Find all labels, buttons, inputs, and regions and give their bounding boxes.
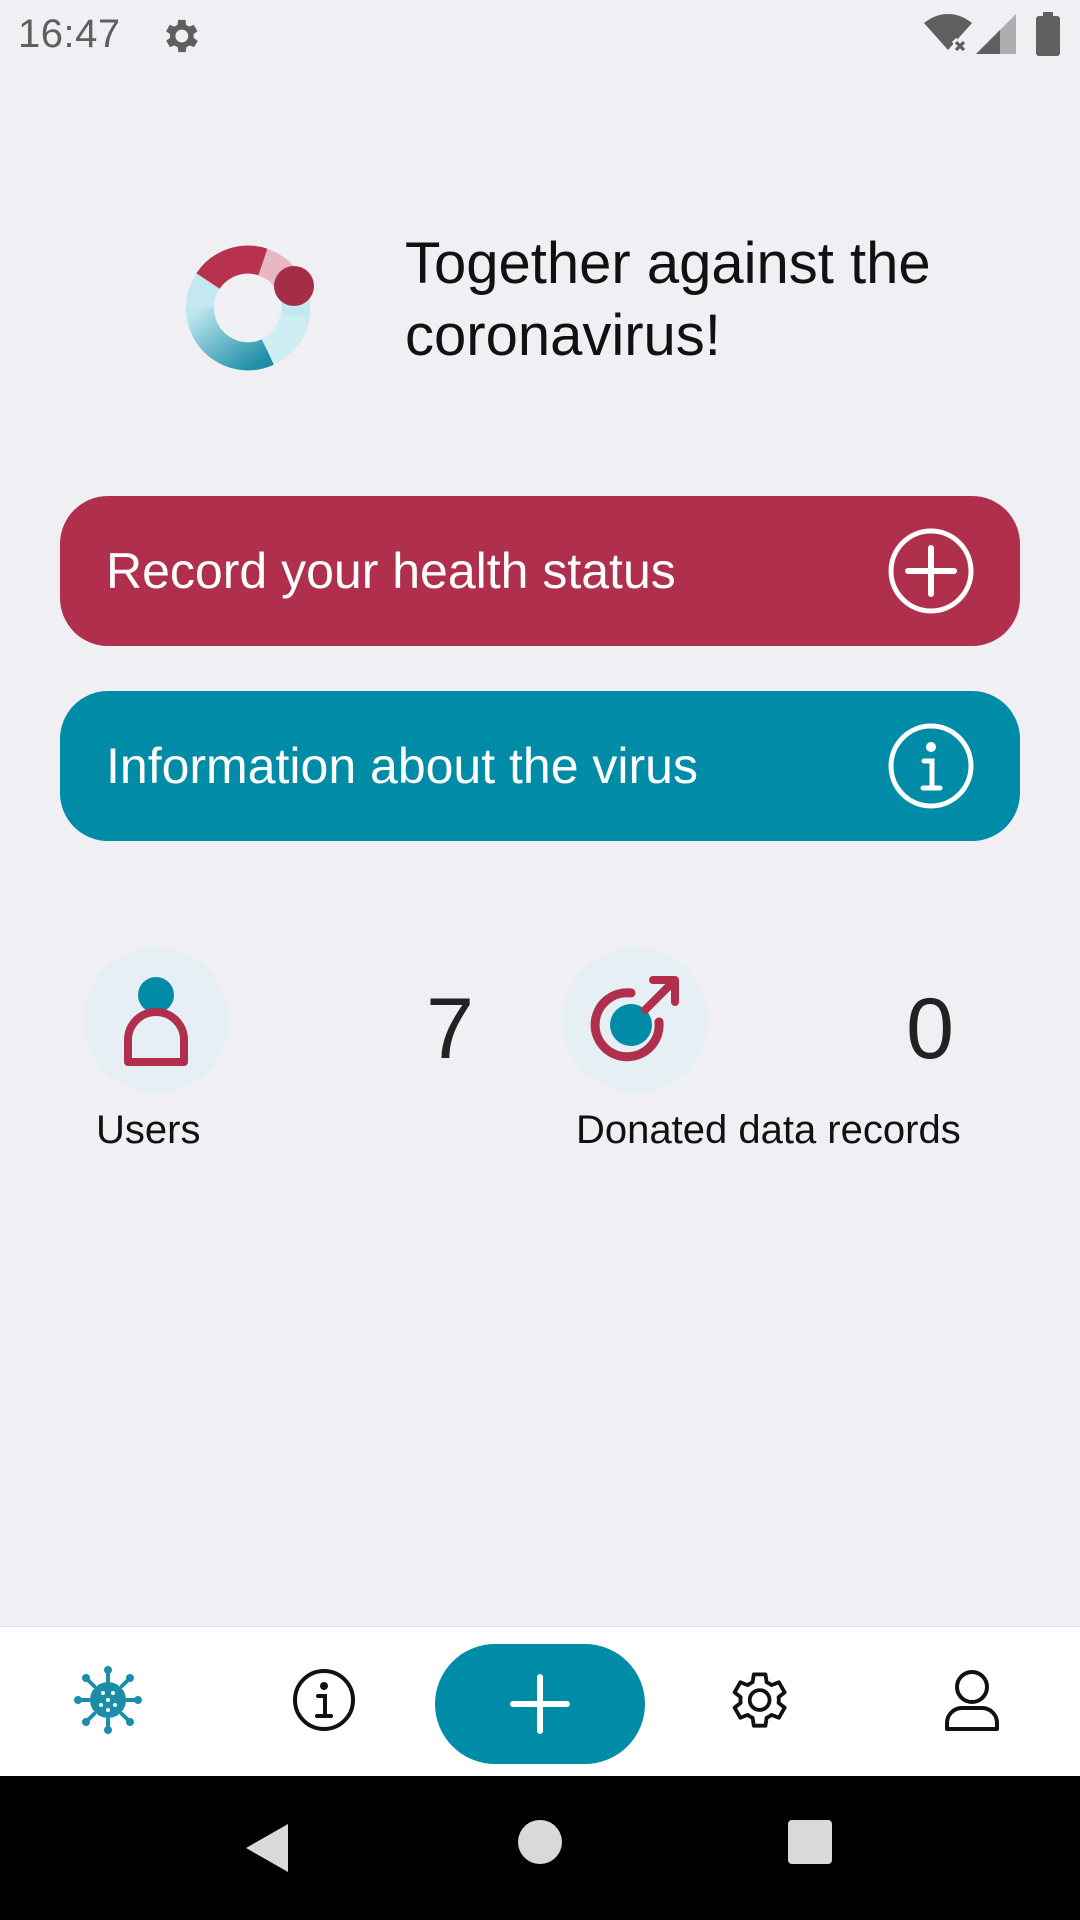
users-count: 7 bbox=[426, 981, 474, 1077]
virus-information-button[interactable]: Information about the virus bbox=[60, 691, 1020, 841]
wifi-off-icon bbox=[924, 14, 972, 54]
donated-icon-badge bbox=[562, 947, 708, 1093]
battery-icon bbox=[1036, 12, 1060, 56]
add-entry-button[interactable] bbox=[435, 1644, 645, 1764]
signal-icon bbox=[976, 14, 1016, 54]
plus-icon bbox=[510, 1674, 570, 1734]
info-circle-icon bbox=[888, 723, 974, 809]
users-label: Users bbox=[96, 1108, 201, 1152]
back-icon[interactable] bbox=[240, 1820, 296, 1876]
person-icon[interactable] bbox=[937, 1665, 1007, 1735]
bottom-navigation bbox=[0, 1626, 1080, 1777]
virus-information-label: Information about the virus bbox=[106, 738, 698, 794]
donated-records-label: Donated data records bbox=[576, 1108, 961, 1152]
gear-icon bbox=[166, 19, 198, 53]
home-icon[interactable] bbox=[518, 1820, 562, 1864]
record-health-status-label: Record your health status bbox=[106, 543, 676, 599]
virus-icon[interactable] bbox=[73, 1665, 143, 1735]
share-data-icon bbox=[590, 976, 679, 1062]
users-icon-badge bbox=[83, 947, 229, 1093]
plus-circle-icon bbox=[888, 528, 974, 614]
status-time: 16:47 bbox=[18, 12, 121, 56]
app-logo bbox=[185, 245, 314, 371]
recents-icon[interactable] bbox=[788, 1820, 832, 1864]
donated-records-count: 0 bbox=[906, 981, 954, 1077]
status-bar: 16:47 bbox=[0, 0, 1080, 72]
record-health-status-button[interactable]: Record your health status bbox=[60, 496, 1020, 646]
system-navigation-bar bbox=[0, 1776, 1080, 1920]
info-icon[interactable] bbox=[289, 1665, 359, 1735]
gear-icon[interactable] bbox=[722, 1665, 792, 1735]
hero-title: Together against the coronavirus! bbox=[405, 231, 931, 368]
user-icon bbox=[124, 977, 188, 1066]
